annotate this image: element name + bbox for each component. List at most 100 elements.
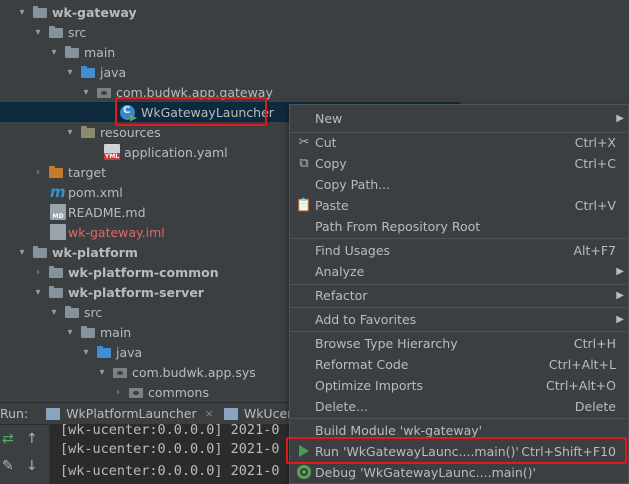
excluded-folder-icon (48, 164, 64, 180)
chevron-down-icon[interactable]: ▾ (32, 22, 44, 42)
rerun-icon[interactable]: ⇄ (2, 431, 14, 447)
menu-item-refactor[interactable]: Refactor ▶ (290, 285, 628, 306)
tree-item-label: src (84, 304, 103, 320)
menu-item-reformat[interactable]: Reformat Code Ctrl+Alt+L (290, 354, 628, 375)
menu-item-label: Analyze (315, 264, 365, 279)
menu-item-delete[interactable]: Delete... Delete (290, 396, 628, 417)
menu-item-shortcut: Ctrl+Alt+L (548, 357, 616, 372)
menu-item-label: Reformat Code (315, 357, 409, 372)
tree-item-label: README.md (68, 204, 146, 220)
tree-item-label: com.budwk.app.sys (132, 364, 256, 380)
menu-item-debug[interactable]: Debug 'WkGatewayLaunc....main()' (290, 462, 628, 483)
tree-item-java[interactable]: ▾ java (0, 62, 460, 82)
chevron-down-icon[interactable]: ▾ (64, 322, 76, 342)
module-folder-icon (48, 264, 64, 280)
highlight-box (115, 97, 267, 126)
chevron-down-icon[interactable]: ▾ (64, 62, 76, 82)
chevron-down-icon[interactable]: ▾ (16, 242, 28, 262)
chevron-down-icon[interactable]: ▾ (16, 2, 28, 22)
chevron-down-icon[interactable]: ▾ (64, 122, 76, 142)
tree-item-label: wk-platform-server (68, 284, 204, 300)
menu-item-cut[interactable]: ✂ Cut Ctrl+X (290, 132, 628, 153)
tree-item-label: src (68, 24, 87, 40)
run-config-icon (46, 407, 61, 420)
menu-item-label: Refactor (315, 288, 368, 303)
tree-item-wk-gateway[interactable]: ▾ wk-gateway (0, 2, 460, 22)
menu-item-add-favorites[interactable]: Add to Favorites ▶ (290, 309, 628, 330)
tree-item-label: wk-gateway.iml (68, 224, 165, 240)
chevron-right-icon[interactable]: › (32, 262, 44, 282)
menu-item-label: New (315, 111, 343, 126)
menu-item-label: Find Usages (315, 243, 391, 258)
folder-icon (80, 324, 96, 340)
menu-item-label: Cut (315, 135, 337, 150)
chevron-right-icon[interactable]: › (32, 162, 44, 182)
tree-item-src[interactable]: ▾ src (0, 22, 460, 42)
tree-item-label: commons (148, 384, 209, 400)
menu-item-new[interactable]: New ▶ (290, 108, 628, 129)
module-folder-icon (32, 244, 48, 260)
tree-item-label: java (100, 64, 127, 80)
scissors-icon: ✂ (298, 134, 310, 150)
menu-item-label: Browse Type Hierarchy (315, 336, 458, 351)
tree-item-label: resources (100, 124, 161, 140)
run-tab-label: WkPlatformLauncher (66, 406, 197, 421)
iml-file-icon (50, 224, 66, 240)
resources-folder-icon (80, 124, 96, 140)
chevron-down-icon[interactable]: ▾ (80, 82, 92, 102)
folder-icon (64, 304, 80, 320)
menu-item-shortcut: Alt+F7 (573, 243, 616, 258)
arrow-down-icon[interactable]: ↓ (26, 458, 38, 474)
run-config-icon (223, 407, 238, 420)
close-icon[interactable]: × (205, 407, 214, 420)
chevron-right-icon[interactable]: › (112, 382, 124, 402)
menu-separator (291, 307, 627, 308)
menu-item-label: Build Module 'wk-gateway' (315, 423, 483, 438)
maven-icon: m (50, 183, 66, 201)
menu-item-shortcut: Ctrl+V (574, 198, 616, 213)
menu-item-paste[interactable]: 📋 Paste Ctrl+V (290, 195, 628, 216)
chevron-down-icon[interactable]: ▾ (48, 42, 60, 62)
menu-item-label: Paste (315, 198, 349, 213)
tree-item-label: wk-gateway (52, 4, 137, 20)
wrench-icon[interactable]: ✎ (2, 458, 14, 474)
copy-icon: ⧉ (299, 155, 309, 171)
menu-item-label: Copy (315, 156, 347, 171)
tree-item-label: main (100, 324, 132, 340)
menu-item-copy[interactable]: ⧉ Copy Ctrl+C (290, 153, 628, 174)
markdown-file-icon (50, 204, 66, 220)
menu-item-label: Delete... (315, 399, 368, 414)
menu-item-shortcut: Delete (574, 399, 616, 414)
module-folder-icon (32, 4, 48, 20)
menu-item-path-from-root[interactable]: Path From Repository Root (290, 216, 628, 237)
console-line: [wk-ucenter:0.0.0.0] 2021-0 (60, 463, 280, 479)
menu-item-find-usages[interactable]: Find Usages Alt+F7 (290, 240, 628, 261)
yaml-file-icon (104, 144, 120, 160)
tree-item-label: pom.xml (68, 184, 123, 200)
chevron-down-icon[interactable]: ▾ (48, 302, 60, 322)
console-line: [wk-ucenter:0.0.0.0] 2021-0 (60, 441, 280, 457)
package-icon (96, 84, 112, 100)
arrow-up-icon[interactable]: ↑ (26, 431, 38, 447)
menu-item-analyze[interactable]: Analyze ▶ (290, 261, 628, 282)
menu-item-optimize-imports[interactable]: Optimize Imports Ctrl+Alt+O (290, 375, 628, 396)
source-folder-icon (80, 64, 96, 80)
package-icon (128, 384, 144, 400)
context-menu: New ▶ ✂ Cut Ctrl+X ⧉ Copy Ctrl+C Copy Pa… (286, 104, 629, 484)
folder-icon (64, 44, 80, 60)
clipboard-icon: 📋 (295, 197, 313, 213)
chevron-down-icon[interactable]: ▾ (96, 362, 108, 382)
submenu-arrow-icon: ▶ (616, 290, 624, 301)
chevron-down-icon[interactable]: ▾ (80, 342, 92, 362)
submenu-arrow-icon: ▶ (616, 266, 624, 277)
package-icon (112, 364, 128, 380)
menu-separator (291, 238, 627, 239)
menu-item-browse-hierarchy[interactable]: Browse Type Hierarchy Ctrl+H (290, 333, 628, 354)
tree-item-main[interactable]: ▾ main (0, 42, 460, 62)
menu-item-label: Optimize Imports (315, 378, 424, 393)
run-label: Run: (0, 406, 29, 421)
menu-item-shortcut: Ctrl+X (574, 135, 616, 150)
menu-item-copy-path[interactable]: Copy Path... (290, 174, 628, 195)
menu-item-label: Copy Path... (315, 177, 391, 192)
chevron-down-icon[interactable]: ▾ (32, 282, 44, 302)
